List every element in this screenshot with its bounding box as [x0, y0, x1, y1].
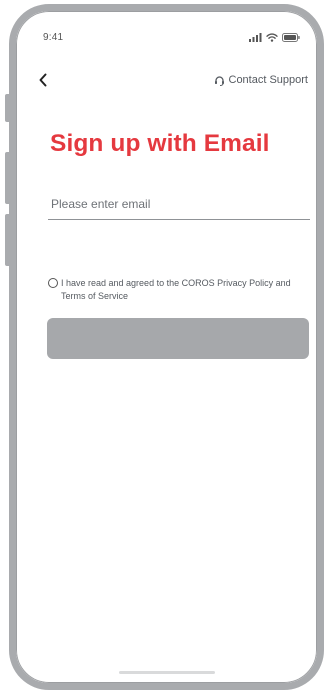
battery-icon — [282, 32, 300, 42]
contact-support-link[interactable]: Contact Support — [214, 74, 309, 86]
headset-icon — [214, 75, 224, 86]
phone-frame: 9:41 Contact Support Sign up with Email … — [9, 4, 324, 690]
status-icons — [249, 32, 300, 42]
agreement-radio[interactable] — [48, 278, 58, 288]
back-button[interactable] — [33, 70, 53, 90]
page-title: Sign up with Email — [50, 130, 270, 157]
device-mockup: 9:41 Contact Support Sign up with Email … — [0, 0, 334, 700]
wifi-icon — [266, 32, 278, 42]
status-bar: 9:41 — [43, 29, 300, 45]
phone-screen: 9:41 Contact Support Sign up with Email … — [16, 11, 317, 683]
email-input[interactable] — [48, 188, 310, 220]
signal-icon — [249, 32, 262, 42]
status-time: 9:41 — [43, 31, 64, 43]
agreement-row: I have read and agreed to the COROS Priv… — [48, 277, 314, 303]
agreement-text[interactable]: I have read and agreed to the COROS Priv… — [61, 277, 314, 303]
contact-support-label: Contact Support — [228, 74, 309, 86]
home-indicator — [118, 671, 215, 674]
chevron-left-icon — [39, 73, 47, 87]
submit-button[interactable] — [47, 318, 309, 359]
nav-bar: Contact Support — [33, 70, 308, 90]
